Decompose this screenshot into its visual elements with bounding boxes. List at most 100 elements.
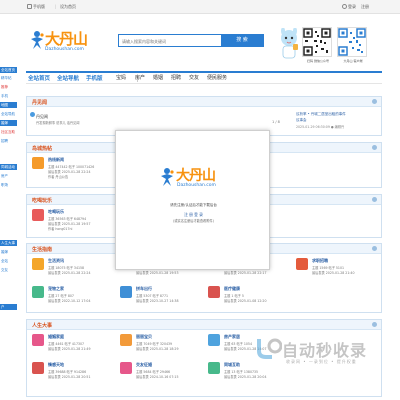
bullet-icon — [30, 112, 35, 117]
search-input[interactable] — [122, 36, 218, 46]
side-item[interactable]: 推荐 — [0, 84, 17, 90]
forum-name[interactable]: 求职招聘 — [312, 258, 328, 264]
side-item[interactable]: 职场 — [0, 182, 17, 188]
login-required-popup: 大丹山 Dazhoushan.com 请先注册/认证后才能下载后台 注 册 登 … — [115, 130, 270, 270]
watermark-text: 自动秒收录 — [282, 341, 368, 360]
forum-name[interactable]: 丽丽宝贝 — [136, 334, 152, 340]
forum-name[interactable]: 医疗健康 — [224, 286, 240, 292]
forum-name[interactable]: 生活资讯 — [48, 258, 64, 264]
nav-home[interactable]: 全站首页 — [28, 74, 50, 82]
popup-message: 请先注册/认证后才能下载后台 — [170, 203, 217, 207]
set-homepage-link[interactable]: 设为首页 — [60, 4, 76, 10]
collapse-icon[interactable] — [372, 99, 377, 104]
forum-last: 最后发表 2024-10-16 07:15 — [136, 375, 179, 379]
side-item[interactable]: 婚嫁 — [0, 249, 17, 255]
section-header: 丹见闻 — [27, 97, 381, 107]
login-link[interactable]: 登录 — [348, 4, 356, 10]
collapse-icon[interactable] — [372, 145, 377, 150]
main-nav: 全站首页 全站导航 手机版 宝妈 房产 婚姻 招聘 交友 便民服务 — [26, 71, 382, 84]
forum-item[interactable]: 交友征婚 主题 5684 帖子 29466 最后发表 2024-10-16 07… — [120, 362, 200, 396]
forum-name[interactable]: 宠物之家 — [48, 286, 64, 292]
side-item[interactable]: 精华帖 — [0, 75, 17, 81]
side-item[interactable]: 同城活动 — [0, 164, 17, 170]
page-fraction: 1 / 8 — [272, 120, 280, 124]
forum-last: 最后发表 2023-10-27 14:38 — [136, 299, 179, 303]
side-item[interactable]: 交友 — [0, 267, 17, 273]
search-button[interactable]: 搜 索 — [221, 35, 263, 46]
forum-author: 作者 hong017ni — [48, 227, 73, 231]
last-post-time: 2025-01-29 06:30:09 ● 编辑丹 — [296, 125, 345, 129]
side-item[interactable]: 户 — [0, 304, 17, 310]
forum-name[interactable]: 情感天地 — [48, 362, 64, 368]
forum-last: 最后发表 2025-01-28 18:29 — [136, 347, 179, 351]
forum-name[interactable]: 同城互助 — [224, 362, 240, 368]
side-item[interactable]: 婚嫁 — [0, 120, 17, 126]
forum-name[interactable]: 吃喝玩乐 — [48, 209, 64, 215]
forum-item[interactable]: 情感天地 主题 39688 帖子 914286 最后发表 2025-01-28 … — [32, 362, 112, 396]
collapse-icon[interactable] — [372, 246, 377, 251]
side-item[interactable]: 社区互助 — [0, 129, 17, 135]
nav-sitemap[interactable]: 全站导航 — [57, 74, 79, 82]
nav-item-services[interactable]: 便民服务 — [207, 74, 227, 81]
nav-item-marriage[interactable]: 婚姻 — [153, 74, 163, 81]
forum-item[interactable]: 宠物之家 主题 27 帖子 807 最后发表 2022-10-12 17:04 — [32, 286, 112, 320]
mascot-icon — [281, 28, 298, 59]
qr-code-icon — [303, 28, 331, 56]
search-box: 搜 索 — [118, 34, 264, 47]
mobile-link[interactable]: 手机版 — [33, 4, 45, 10]
collapse-icon[interactable] — [372, 322, 377, 327]
site-logo[interactable]: 大丹山 Dazhoushan.com — [30, 28, 92, 58]
popup-logo-text: 大丹山 — [176, 168, 216, 184]
forum-icon — [208, 334, 220, 346]
forum-name[interactable]: 交友征婚 — [136, 362, 152, 368]
watermark-logo-icon — [257, 338, 282, 359]
logo-domain: Dazhoushan.com — [45, 47, 84, 52]
nav-item-mom[interactable]: 宝妈 — [116, 74, 126, 81]
nav-item-jobs[interactable]: 招聘 — [171, 74, 181, 81]
user-icon — [342, 4, 347, 9]
nav-item-house[interactable]: 房产 — [135, 74, 145, 81]
forum-last: 最后发表 2025-01-28 22:17 — [224, 271, 267, 275]
collapse-icon[interactable] — [372, 197, 377, 202]
side-item[interactable]: 全站 — [0, 258, 17, 264]
forum-item[interactable]: 拼车出行 主题 5307 帖子 8771 最后发表 2023-10-27 14:… — [120, 286, 200, 320]
last-post-title[interactable]: 议析率 • 丹城二居室出租的事件 — [296, 112, 346, 117]
qr-caption: 大丹山 客户端 — [343, 59, 363, 63]
forum-icon — [120, 286, 132, 298]
section-title: 丹见闻 — [32, 100, 48, 106]
forum-item[interactable]: 热线新闻 主题 447442 帖子 100071426 最后发表 2025-01… — [32, 157, 112, 191]
section-title: 岛城热帖 — [32, 146, 53, 152]
forum-item[interactable]: 吃喝玩乐 主题 36563 帖子 648794 最后发表 2025-01-28 … — [32, 209, 112, 243]
nav-mobile[interactable]: 手机版 — [86, 74, 103, 82]
forum-last: 最后发表 2025-01-28 21:49 — [48, 347, 91, 351]
forum-icon — [32, 334, 44, 346]
side-item[interactable]: 人生大事 — [0, 240, 17, 246]
forum-name[interactable]: 房产家居 — [224, 334, 240, 340]
forum-name[interactable]: 拼车出行 — [136, 286, 152, 292]
forum-name[interactable]: 婚姻家庭 — [48, 334, 64, 340]
forum-icon — [32, 157, 44, 169]
side-item[interactable]: 招聘 — [0, 138, 17, 144]
nav-item-dating[interactable]: 交友 — [189, 74, 199, 81]
forum-icon — [120, 334, 132, 346]
forum-name[interactable]: 热线新闻 — [48, 157, 64, 163]
side-item[interactable]: 房产 — [0, 173, 17, 179]
forum-author: 作者 丹山公告 — [48, 175, 69, 179]
forum-icon — [296, 258, 308, 270]
side-item[interactable]: 地图 — [0, 102, 17, 108]
logo-text: 大丹山 — [45, 30, 88, 48]
side-item[interactable]: 全站首页 — [0, 67, 17, 73]
forum-icon — [208, 286, 220, 298]
forum-last: 最后发表 2025-01-28 21:40 — [312, 271, 355, 275]
watermark-subtext: 收录网 • 一录到位 • 提升权重 — [286, 359, 357, 364]
register-link[interactable]: 注册 — [361, 4, 369, 10]
side-item[interactable]: 手机 — [0, 93, 17, 99]
side-item[interactable]: 全站导航 — [0, 111, 17, 117]
last-post-sub[interactable]: 议事会 — [296, 118, 307, 123]
forum-item[interactable]: 求职招聘 主题 1569 帖子 5101 最后发表 2025-01-28 21:… — [296, 258, 376, 292]
forum-item[interactable]: 医疗健康 主题 1 帖子 5 最后发表 2025-01-08 12:20 — [208, 286, 288, 320]
forum-last: 最后发表 2025-01-28 20:51 — [48, 375, 91, 379]
section-title: 生活指南 — [32, 247, 53, 253]
popup-note: (或实名注册后才能查看附件) — [173, 219, 214, 223]
forum-icon — [208, 362, 220, 374]
